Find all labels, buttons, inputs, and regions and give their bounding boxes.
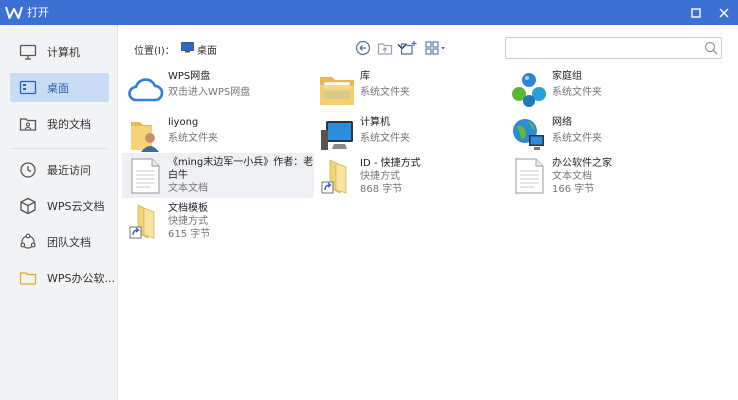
sidebar-item-recent[interactable]: 最近访问 (10, 155, 109, 184)
clock-icon (18, 160, 38, 180)
sidebar-item-label: 最近访问 (47, 163, 91, 177)
file-item-wps-drive[interactable]: WPS网盘 双击进入WPS网盘 (122, 66, 312, 110)
sidebar-item-wps-cloud[interactable]: WPS云文档 (10, 191, 109, 220)
toolbar: 位置(I)： 桌面 (118, 25, 738, 69)
file-item-computer[interactable]: 计算机 系统文件夹 (314, 112, 504, 156)
monitor-icon (18, 42, 38, 62)
sidebar-item-label: 我的文档 (47, 117, 91, 131)
cloud-icon (128, 78, 164, 102)
folder-shortcut-icon (129, 204, 155, 239)
folder-shortcut-icon (321, 159, 347, 194)
network-icon (513, 119, 544, 150)
sidebar: 计算机 桌面 我的文档 最近访问 WPS云文档 团队文档 WPS办公软... (0, 25, 118, 400)
file-name: 家庭组 (552, 71, 582, 82)
computer-icon (321, 121, 353, 150)
wps-logo-icon (5, 6, 23, 19)
file-name: liyong (168, 117, 199, 128)
new-folder-button[interactable] (399, 39, 417, 57)
sidebar-item-label: WPS云文档 (47, 199, 105, 213)
sidebar-item-my-documents[interactable]: 我的文档 (10, 109, 109, 138)
view-mode-button[interactable] (424, 39, 448, 57)
file-item-network[interactable]: 网络 系统文件夹 (506, 112, 696, 156)
file-name: 计算机 (360, 117, 390, 128)
search-icon[interactable] (704, 41, 718, 55)
file-name: 办公软件之家 (552, 158, 612, 169)
file-size: 868 字节 (360, 184, 403, 195)
file-name: 库 (360, 71, 370, 82)
up-folder-icon (377, 43, 393, 55)
file-item-id-shortcut[interactable]: ID - 快捷方式 快捷方式 868 字节 (314, 153, 504, 197)
user-folder-icon (131, 122, 159, 152)
sidebar-item-label: WPS办公软... (47, 271, 115, 285)
back-button[interactable] (354, 39, 372, 57)
file-name: 《ming末边军一小兵》作者：老 (168, 157, 314, 168)
file-item-ming-novel[interactable]: 《ming末边军一小兵》作者：老 白牛 文本文档 (122, 153, 314, 198)
file-type: 快捷方式 (360, 171, 400, 182)
library-folder-icon (320, 77, 354, 105)
location-label: 位置(I)： (134, 46, 175, 57)
file-type: 双击进入WPS网盘 (168, 87, 251, 98)
text-document-icon (515, 158, 544, 194)
sidebar-item-desktop[interactable]: 桌面 (10, 73, 109, 102)
homegroup-icon (512, 73, 546, 107)
file-name: 网络 (552, 117, 572, 128)
file-item-doc-templates[interactable]: 文档模板 快捷方式 615 字节 (122, 198, 312, 242)
new-folder-icon (400, 41, 416, 55)
file-name: ID - 快捷方式 (360, 158, 421, 169)
file-type: 系统文件夹 (360, 87, 410, 98)
sidebar-item-team-docs[interactable]: 团队文档 (10, 227, 109, 256)
folder-icon (18, 268, 38, 288)
file-type: 文本文档 (168, 183, 208, 194)
close-button[interactable] (714, 3, 734, 22)
sidebar-divider (12, 148, 107, 149)
file-type: 文本文档 (552, 171, 592, 182)
file-item-homegroup[interactable]: 家庭组 系统文件夹 (506, 66, 696, 110)
title-bar: 打开 (0, 0, 738, 25)
location-value: 桌面 (197, 46, 217, 57)
file-type: 系统文件夹 (552, 133, 602, 144)
up-folder-button[interactable] (376, 39, 394, 57)
sidebar-item-wps-office[interactable]: WPS办公软... (10, 263, 115, 292)
close-icon (719, 8, 729, 17)
file-name: WPS网盘 (168, 71, 211, 82)
file-size: 166 字节 (552, 184, 595, 195)
back-arrow-icon (355, 40, 371, 56)
file-name-continued: 白牛 (168, 170, 188, 181)
file-item-library[interactable]: 库 系统文件夹 (314, 66, 504, 110)
sidebar-item-label: 桌面 (47, 81, 69, 95)
text-document-icon (131, 158, 160, 194)
maximize-icon (691, 7, 701, 18)
file-type: 系统文件夹 (552, 87, 602, 98)
search-input[interactable] (512, 40, 698, 56)
file-name: 文档模板 (168, 203, 208, 214)
maximize-button[interactable] (686, 3, 706, 22)
sidebar-item-computer[interactable]: 计算机 (10, 37, 109, 66)
file-type: 系统文件夹 (360, 133, 410, 144)
user-folder-icon (18, 114, 38, 134)
window-title: 打开 (27, 6, 49, 19)
file-item-office-home[interactable]: 办公软件之家 文本文档 166 字节 (506, 153, 696, 197)
sidebar-item-label: 计算机 (47, 45, 80, 59)
file-size: 615 字节 (168, 229, 211, 240)
desktop-icon (181, 42, 194, 53)
search-box[interactable] (505, 37, 722, 59)
file-type: 系统文件夹 (168, 133, 218, 144)
cube-icon (18, 196, 38, 216)
desktop-icon (18, 78, 38, 98)
file-type: 快捷方式 (168, 216, 208, 227)
team-icon (18, 232, 38, 252)
grid-view-icon (425, 41, 445, 55)
file-item-liyong[interactable]: liyong 系统文件夹 (122, 112, 312, 156)
sidebar-item-label: 团队文档 (47, 235, 91, 249)
